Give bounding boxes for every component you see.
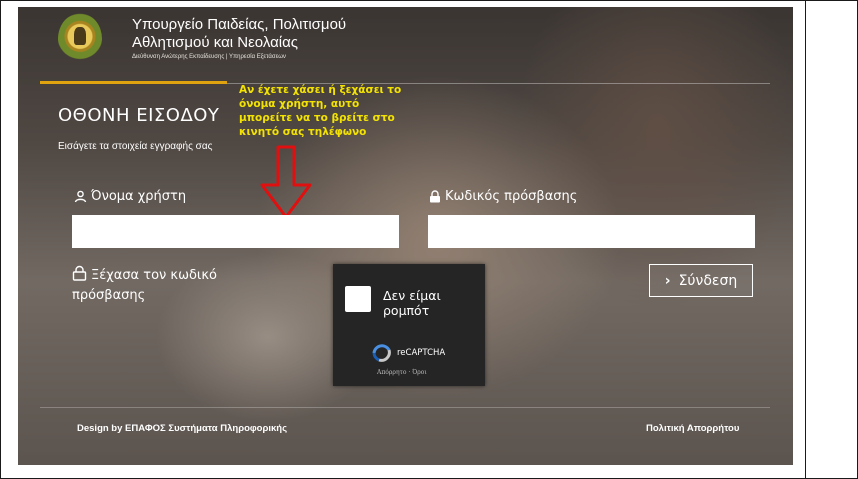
recaptcha-widget: Δεν είμαι ρομπότ reCAPTCHA Απόρρητο · Όρ… <box>333 264 485 386</box>
ministry-line-1: Υπουργείο Παιδείας, Πολιτισμού <box>132 16 347 33</box>
ministry-department: Διεύθυνση Ανώτερης Εκπαίδευσης | Υπηρεσί… <box>132 54 286 60</box>
recaptcha-checkbox[interactable] <box>345 286 371 312</box>
table-divider <box>805 0 806 479</box>
recaptcha-brand: reCAPTCHA <box>397 348 446 358</box>
ministry-name: Υπουργείο Παιδείας, Πολιτισμού Αθλητισμο… <box>132 16 346 62</box>
annotation-note: Αν έχετε χάσει ή ξεχάσει το όνομα χρήστη… <box>239 84 402 138</box>
red-arrow-down-icon <box>260 145 312 219</box>
login-page: Υπουργείο Παιδείας, Πολιτισμού Αθλητισμο… <box>18 7 793 465</box>
username-label-text: Όνομα χρήστη <box>91 189 187 204</box>
coat-of-arms-logo <box>58 13 102 65</box>
password-input[interactable] <box>428 215 755 248</box>
password-label-text: Κωδικός πρόσβασης <box>445 189 578 204</box>
login-button-label: Σύνδεση <box>678 272 738 289</box>
password-label: Κωδικός πρόσβασης <box>429 189 577 204</box>
footer-divider <box>40 407 770 408</box>
recaptcha-label: Δεν είμαι ρομπότ <box>383 288 441 318</box>
forgot-password-text: Ξέχασα τον κωδικό πρόσβασης <box>72 268 217 303</box>
page-subtitle: Εισάγετε τα στοιχεία εγγραφής σας <box>58 141 213 152</box>
forgot-password-link[interactable]: Ξέχασα τον κωδικό πρόσβασης <box>72 265 252 306</box>
chevron-right-icon: › <box>664 272 671 289</box>
user-icon <box>74 190 87 203</box>
username-label: Όνομα χρήστη <box>74 189 186 204</box>
title-accent-bar <box>40 81 227 84</box>
lock-icon <box>72 265 87 281</box>
privacy-policy-link[interactable]: Πολιτική Απορρήτου <box>646 423 739 434</box>
username-input[interactable] <box>72 215 399 248</box>
recaptcha-links[interactable]: Απόρρητο · Όροι <box>377 369 427 376</box>
ministry-line-2: Αθλητισμού και Νεολαίας <box>132 34 299 51</box>
lock-icon <box>430 190 440 203</box>
page-title: ΟΘΟΝΗ ΕΙΣΟΔΟΥ <box>58 105 220 126</box>
login-button[interactable]: › Σύνδεση <box>649 264 753 297</box>
recaptcha-logo-icon <box>372 344 391 362</box>
footer-credit: Design by ΕΠΑΦΟΣ Συστήματα Πληροφορικής <box>77 423 288 434</box>
